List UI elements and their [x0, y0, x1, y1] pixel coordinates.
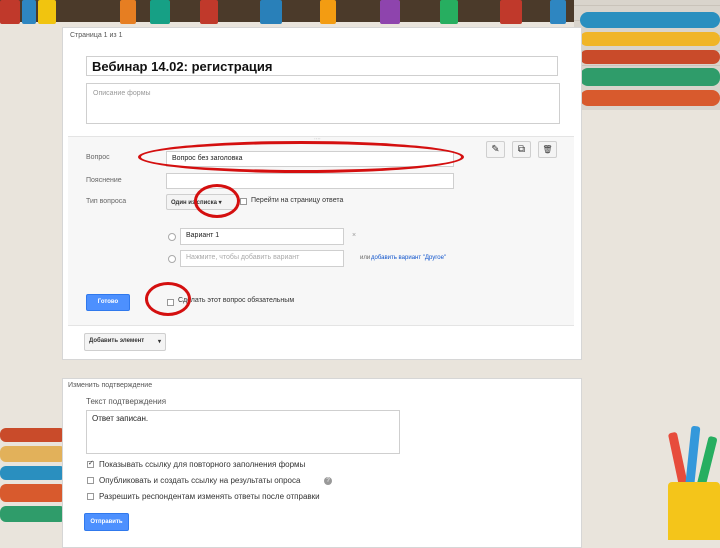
confirmation-text-input[interactable]: Ответ записан.: [86, 410, 400, 454]
book: [150, 0, 170, 24]
book-stack: [0, 506, 66, 522]
pencil-cup: [668, 482, 720, 540]
option-radio: [168, 233, 176, 241]
book-stack: [0, 484, 66, 502]
question-type-label: Тип вопроса: [86, 198, 127, 205]
book-stack: [580, 50, 720, 64]
option-label-publish-results: Опубликовать и создать ссылку на результ…: [99, 476, 301, 485]
book-stack: [580, 90, 720, 106]
help-icon[interactable]: ?: [324, 477, 332, 485]
add-item-label: Добавить элемент: [89, 338, 145, 344]
book: [38, 0, 56, 24]
book: [440, 0, 458, 24]
book-stack: [580, 32, 720, 46]
annotation-ellipse: [138, 141, 464, 173]
book: [22, 0, 36, 24]
book: [200, 0, 218, 24]
help-text-label: Пояснение: [86, 177, 122, 184]
page-indicator: Страница 1 из 1: [70, 32, 123, 39]
add-other-link[interactable]: добавить вариант "Другое": [371, 255, 446, 261]
confirmation-text-label: Текст подтверждения: [86, 397, 167, 406]
goto-page-checkbox[interactable]: [240, 198, 247, 205]
book-stack: [580, 12, 720, 28]
delete-icon[interactable]: 🗑: [538, 141, 557, 158]
option-1-input[interactable]: Вариант 1: [180, 228, 344, 245]
book-stack: [0, 466, 66, 480]
book: [320, 0, 336, 24]
option-checkbox-allow-edit[interactable]: [87, 493, 94, 500]
annotation-ellipse: [145, 282, 191, 316]
add-other-prefix: или: [360, 255, 371, 261]
book: [380, 0, 400, 24]
book: [260, 0, 282, 24]
book: [550, 0, 566, 24]
submit-button[interactable]: Отправить: [84, 513, 129, 531]
form-title-input[interactable]: Вебинар 14.02: регистрация: [86, 56, 558, 76]
confirmation-section-label: Изменить подтверждение: [68, 382, 153, 389]
book-stack: [580, 68, 720, 86]
question-label: Вопрос: [86, 154, 110, 161]
book-stack: [0, 446, 66, 462]
option-checkbox-show-resubmit[interactable]: ✓: [87, 460, 94, 468]
done-button[interactable]: Готово: [86, 294, 130, 311]
option-radio: [168, 255, 176, 263]
book: [0, 0, 20, 24]
annotation-ellipse: [194, 184, 240, 218]
check-icon: ✓: [88, 460, 94, 467]
edit-icon[interactable]: ✎: [486, 141, 505, 158]
required-label: Сделать этот вопрос обязательным: [178, 297, 295, 304]
book: [500, 0, 522, 24]
add-option-input[interactable]: Нажмите, чтобы добавить вариант: [180, 250, 344, 267]
goto-page-label: Перейти на страницу ответа: [251, 197, 344, 204]
option-label-show-resubmit: Показывать ссылку для повторного заполне…: [99, 460, 306, 469]
option-label-allow-edit: Разрешить респондентам изменять ответы п…: [99, 492, 320, 501]
book: [120, 0, 136, 24]
book-stack: [0, 428, 66, 442]
chevron-down-icon: ▾: [157, 339, 161, 345]
remove-option-icon[interactable]: ×: [352, 232, 356, 239]
add-item-button[interactable]: Добавить элемент ▾: [84, 333, 166, 351]
option-checkbox-publish-results[interactable]: [87, 477, 94, 484]
form-description-input[interactable]: Описание формы: [86, 83, 560, 124]
copy-icon[interactable]: ⧉: [512, 141, 531, 158]
